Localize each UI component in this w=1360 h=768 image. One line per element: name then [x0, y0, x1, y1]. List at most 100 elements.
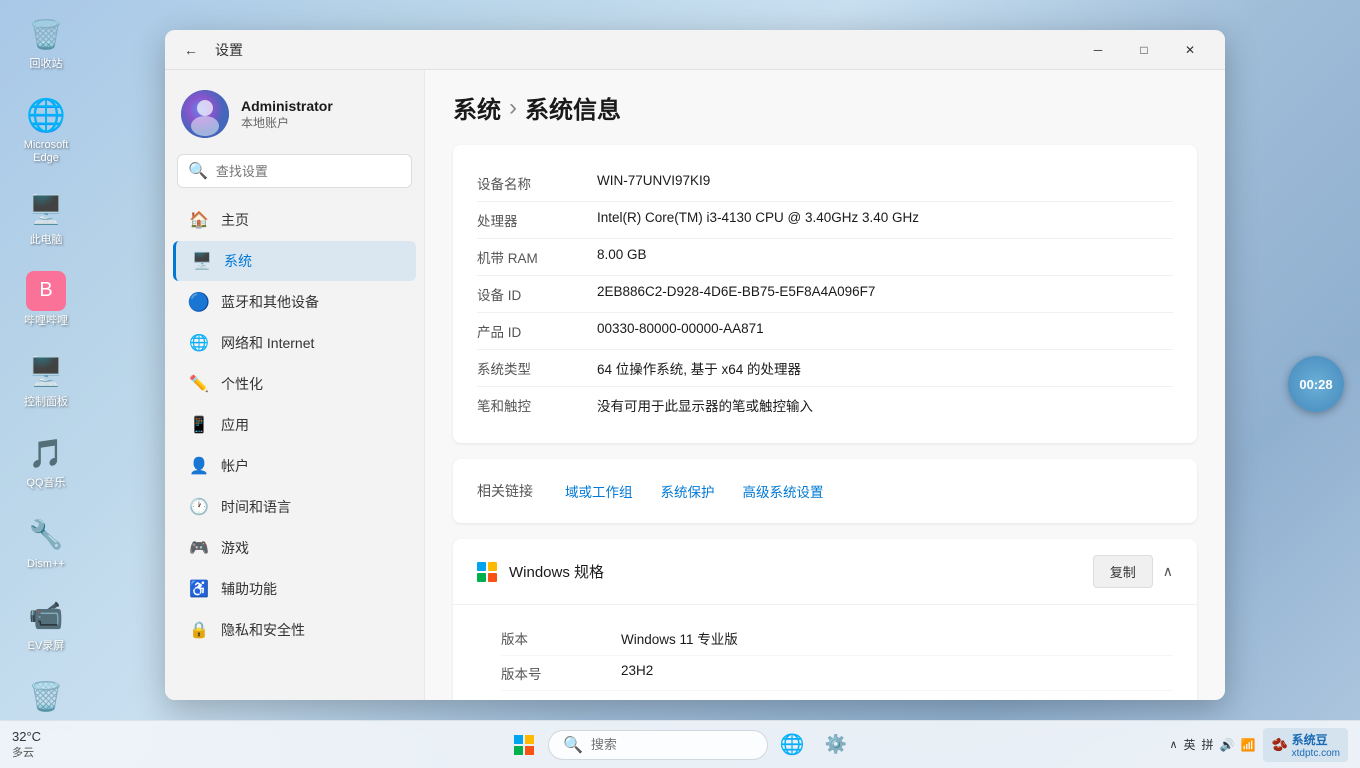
sidebar-item-home-label: 主页: [221, 210, 249, 230]
info-row-ram: 机带 RAM 8.00 GB: [477, 239, 1173, 276]
desktop-icon-ev[interactable]: 📹 EV录屏: [10, 592, 82, 657]
maximize-button[interactable]: □: [1121, 34, 1167, 66]
window-title: 设置: [215, 40, 243, 60]
avatar: [181, 90, 229, 138]
lang-en[interactable]: 英: [1184, 736, 1196, 753]
taskbar-settings-button[interactable]: ⚙️: [816, 725, 856, 765]
info-label-pen-touch: 笔和触控: [477, 395, 597, 415]
breadcrumb-root: 系统: [453, 90, 501, 125]
weather-temp: 32°C: [12, 729, 41, 744]
brand-sub: xtdptc.com: [1292, 748, 1340, 759]
title-bar-left: ← 设置: [177, 36, 243, 64]
spec-row-edition: 版本 Windows 11 专业版: [501, 621, 1173, 656]
specs-title: Windows 规格: [509, 561, 604, 582]
info-value-pen-touch: 没有可用于此显示器的笔或触控输入: [597, 395, 813, 415]
desktop-icon-control-panel[interactable]: 🖥️ 控制面板: [10, 348, 82, 413]
sidebar-item-time[interactable]: 🕐 时间和语言: [173, 487, 416, 527]
spec-label-version: 版本号: [501, 663, 621, 683]
close-button[interactable]: ✕: [1167, 34, 1213, 66]
recycle-bin-label: 回收站: [30, 58, 63, 71]
bilibili-icon: B: [26, 271, 66, 311]
specs-header[interactable]: Windows 规格 复制 ∧: [453, 539, 1197, 605]
dism-icon: 🔧: [26, 514, 66, 554]
user-name: Administrator: [241, 98, 333, 114]
sidebar-item-accounts[interactable]: 👤 帐户: [173, 446, 416, 486]
start-button[interactable]: [504, 725, 544, 765]
related-links-label: 相关链接: [477, 481, 533, 501]
main-content: 系统 › 系统信息 设备名称 WIN-77UNVI97KI9 处理器 Intel…: [425, 70, 1225, 700]
settings-window: ← 设置 ─ □ ✕: [165, 30, 1225, 700]
desktop-icon-qq-music[interactable]: 🎵 QQ音乐: [10, 429, 82, 494]
info-row-device-name: 设备名称 WIN-77UNVI97KI9: [477, 165, 1173, 202]
clock-widget: 00:28: [1288, 356, 1344, 412]
info-label-cpu: 处理器: [477, 210, 597, 230]
desktop: 🗑️ 回收站 🌐 MicrosoftEdge 🖥️ 此电脑 B 哔哩哔哩 🖥️ …: [0, 0, 1360, 768]
taskbar-search-input[interactable]: [591, 737, 751, 752]
sidebar-item-apps-label: 应用: [221, 415, 249, 435]
info-row-system-type: 系统类型 64 位操作系统, 基于 x64 的处理器: [477, 350, 1173, 387]
desktop-icon-bilibili[interactable]: B 哔哩哔哩: [10, 267, 82, 332]
info-row-cpu: 处理器 Intel(R) Core(TM) i3-4130 CPU @ 3.40…: [477, 202, 1173, 239]
network-icon: 🌐: [189, 333, 209, 353]
info-value-device-id: 2EB886C2-D928-4D6E-BB75-E5F8A4A096F7: [597, 284, 875, 304]
sidebar-search[interactable]: 🔍: [177, 154, 412, 188]
accounts-icon: 👤: [189, 456, 209, 476]
qq-music-label: QQ音乐: [26, 477, 65, 490]
desktop-icon-this-pc[interactable]: 🖥️ 此电脑: [10, 186, 82, 251]
user-profile[interactable]: Administrator 本地账户: [165, 82, 424, 154]
home-icon: 🏠: [189, 210, 209, 230]
breadcrumb-separator: ›: [509, 94, 517, 122]
search-input[interactable]: [216, 164, 401, 179]
gaming-icon: 🎮: [189, 538, 209, 558]
back-button[interactable]: ←: [177, 36, 205, 64]
speaker-icon[interactable]: 🔊: [1220, 738, 1235, 752]
desktop-icon-dism[interactable]: 🔧 Dism++: [10, 510, 82, 575]
sidebar-item-system[interactable]: 🖥️ 系统: [173, 241, 416, 281]
lang-cn[interactable]: 拼: [1202, 736, 1214, 753]
desktop-icon-edge[interactable]: 🌐 MicrosoftEdge: [10, 91, 82, 169]
chevron-up-tray-icon[interactable]: ∧: [1169, 738, 1177, 751]
taskbar-search[interactable]: 🔍: [548, 730, 768, 760]
rel-link-advanced[interactable]: 高级系统设置: [731, 475, 836, 507]
rel-link-domain[interactable]: 域或工作组: [553, 475, 645, 507]
edge-icon: 🌐: [26, 95, 66, 135]
sidebar-item-privacy[interactable]: 🔒 隐私和安全性: [173, 610, 416, 650]
copy-button[interactable]: 复制: [1093, 555, 1153, 588]
info-value-ram: 8.00 GB: [597, 247, 647, 267]
spec-row-install-date: 安装日期 2024/8/4 星期日: [501, 691, 1173, 700]
sidebar-item-home[interactable]: 🏠 主页: [173, 200, 416, 240]
minimize-button[interactable]: ─: [1075, 34, 1121, 66]
taskbar-search-icon: 🔍: [563, 735, 583, 755]
breadcrumb: 系统 › 系统信息: [453, 90, 1197, 125]
search-icon: 🔍: [188, 161, 208, 181]
sidebar-item-personalization[interactable]: ✏️ 个性化: [173, 364, 416, 404]
network-tray-icon[interactable]: 📶: [1241, 738, 1256, 752]
sidebar-item-accessibility[interactable]: ♿ 辅助功能: [173, 569, 416, 609]
sidebar-item-privacy-label: 隐私和安全性: [221, 620, 305, 640]
ev-label: EV录屏: [28, 640, 65, 653]
sidebar-item-network-label: 网络和 Internet: [221, 333, 314, 353]
sidebar-item-gaming[interactable]: 🎮 游戏: [173, 528, 416, 568]
taskbar-edge-button[interactable]: 🌐: [772, 725, 812, 765]
rel-link-protection[interactable]: 系统保护: [649, 475, 727, 507]
sidebar-item-apps[interactable]: 📱 应用: [173, 405, 416, 445]
geek-icon: 🗑️: [26, 677, 66, 717]
info-value-cpu: Intel(R) Core(TM) i3-4130 CPU @ 3.40GHz …: [597, 210, 919, 230]
spec-value-install-date: 2024/8/4 星期日: [621, 698, 718, 700]
info-value-device-name: WIN-77UNVI97KI9: [597, 173, 710, 193]
spec-value-version: 23H2: [621, 663, 653, 683]
info-label-ram: 机带 RAM: [477, 247, 597, 267]
sidebar-item-network[interactable]: 🌐 网络和 Internet: [173, 323, 416, 363]
weather-info: 32°C 多云: [12, 729, 41, 760]
info-row-pen-touch: 笔和触控 没有可用于此显示器的笔或触控输入: [477, 387, 1173, 423]
brand-logo[interactable]: 🫘 系统豆 xtdptc.com: [1263, 728, 1348, 762]
sidebar-item-system-label: 系统: [224, 251, 252, 271]
system-icon: 🖥️: [192, 251, 212, 271]
info-value-product-id: 00330-80000-00000-AA871: [597, 321, 764, 341]
desktop-icon-recycle-bin[interactable]: 🗑️ 回收站: [10, 10, 82, 75]
settings-sidebar: Administrator 本地账户 🔍 🏠 主页 🖥️ 系统: [165, 70, 425, 700]
spec-label-edition: 版本: [501, 628, 621, 648]
recycle-bin-icon: 🗑️: [26, 14, 66, 54]
sidebar-item-bluetooth[interactable]: 🔵 蓝牙和其他设备: [173, 282, 416, 322]
sidebar-item-bluetooth-label: 蓝牙和其他设备: [221, 292, 319, 312]
